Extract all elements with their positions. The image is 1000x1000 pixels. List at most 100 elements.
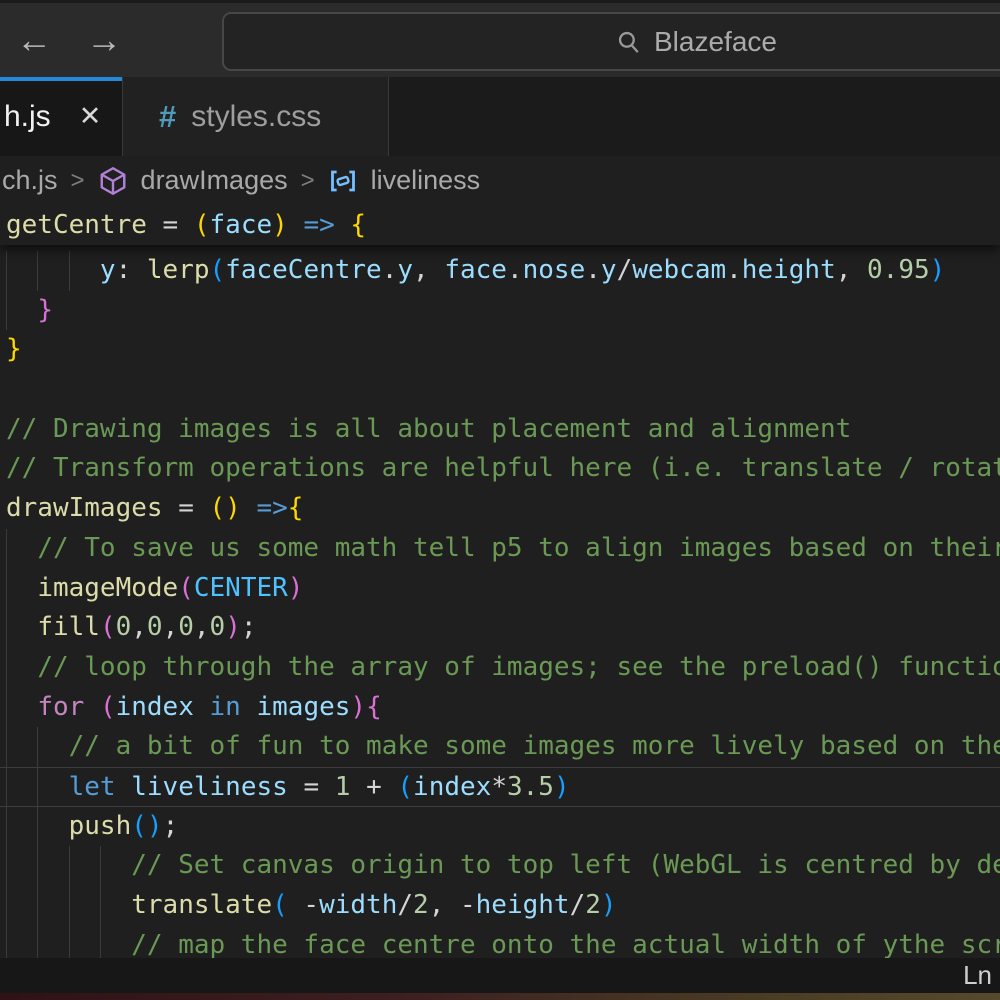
- indent-guide: [6, 529, 7, 569]
- code-line-current[interactable]: let liveliness = 1 + (index*3.5): [0, 767, 1000, 807]
- code-line[interactable]: fill(0,0,0,0);: [0, 608, 1000, 648]
- code-token: fill: [37, 612, 100, 642]
- indent-guide: [6, 926, 7, 958]
- chevron-right-icon: >: [301, 167, 315, 195]
- code-token: [6, 573, 37, 603]
- code-token: (: [100, 612, 116, 642]
- cursor-position-indicator[interactable]: Ln: [963, 960, 992, 991]
- code-token: height: [476, 890, 570, 920]
- code-token: lerp: [147, 255, 210, 285]
- chevron-right-icon: >: [71, 167, 85, 195]
- tab-styles-css[interactable]: # styles.css: [123, 77, 389, 156]
- code-line[interactable]: push();: [0, 807, 1000, 847]
- title-bar: ← → Blazeface: [0, 0, 1000, 77]
- indent-guide: [100, 886, 101, 926]
- code-token: 0: [178, 612, 194, 642]
- code-token: [116, 772, 132, 802]
- code-line[interactable]: drawImages = () =>{: [0, 489, 1000, 529]
- code-token: ): [554, 772, 570, 802]
- code-line[interactable]: imageMode(CENTER): [0, 569, 1000, 609]
- code-token: [241, 493, 257, 523]
- code-token: for: [37, 692, 84, 722]
- desktop-edge-strip: [0, 993, 1000, 1000]
- code-token: // map the face centre onto the actual w…: [131, 930, 1000, 958]
- code-token: }: [6, 334, 22, 364]
- code-line[interactable]: translate( -width/2, -height/2): [0, 886, 1000, 926]
- tab-label: styles.css: [191, 100, 321, 134]
- back-arrow-icon[interactable]: ←: [16, 22, 52, 58]
- breadcrumb-function[interactable]: drawImages: [141, 165, 288, 196]
- code-token: 2: [413, 890, 429, 920]
- command-center-search[interactable]: Blazeface: [222, 12, 1000, 71]
- code-line[interactable]: // Transform operations are helpful here…: [0, 449, 1000, 489]
- indent-guide: [69, 846, 70, 886]
- code-line[interactable]: // To save us some math tell p5 to align…: [0, 529, 1000, 569]
- close-icon[interactable]: ✕: [79, 101, 102, 132]
- code-token: .: [507, 255, 523, 285]
- code-line[interactable]: }: [0, 291, 1000, 331]
- code-token: y: [100, 255, 116, 285]
- code-token: index: [116, 692, 194, 722]
- code-token: {: [288, 493, 304, 523]
- tab-strip-empty: [389, 77, 1000, 156]
- code-token: [6, 533, 37, 563]
- indent-guide: [6, 648, 7, 688]
- code-line[interactable]: // map the face centre onto the actual w…: [0, 926, 1000, 958]
- indent-guide: [37, 926, 38, 958]
- forward-arrow-icon[interactable]: →: [86, 22, 122, 58]
- code-token: 0.95: [867, 255, 930, 285]
- tab-sketch-js[interactable]: h.js ✕: [0, 77, 123, 156]
- code-token: ): [601, 890, 617, 920]
- code-line[interactable]: // loop through the array of images; see…: [0, 648, 1000, 688]
- code-token: push: [69, 811, 132, 841]
- code-line[interactable]: }: [0, 330, 1000, 370]
- code-token: [6, 612, 37, 642]
- code-token: =: [147, 210, 194, 240]
- code-token: // loop through the array of images; see…: [37, 652, 1000, 682]
- indent-guide: [69, 886, 70, 926]
- code-token: /: [397, 890, 413, 920]
- code-token: =: [288, 772, 335, 802]
- code-token: face: [444, 255, 507, 285]
- breadcrumb-file[interactable]: ch.js: [2, 165, 58, 196]
- sticky-scroll-line[interactable]: getCentre = (face) => {: [0, 205, 1000, 245]
- code-token: ,: [836, 255, 867, 285]
- indent-guide: [6, 768, 7, 806]
- code-token: [6, 295, 37, 325]
- code-line[interactable]: // Drawing images is all about placement…: [0, 410, 1000, 450]
- code-token: .: [585, 255, 601, 285]
- code-token: -: [288, 890, 319, 920]
- indent-guide: [37, 251, 38, 291]
- code-line[interactable]: // a bit of fun to make some images more…: [0, 727, 1000, 767]
- breadcrumb-variable[interactable]: liveliness: [371, 165, 481, 196]
- indent-guide: [100, 926, 101, 958]
- tab-label: h.js: [4, 100, 51, 134]
- code-token: 0: [147, 612, 163, 642]
- code-token: liveliness: [131, 772, 288, 802]
- editor-pane[interactable]: getCentre = (face) => { y: lerp(faceCent…: [0, 205, 1000, 958]
- code-token: /: [617, 255, 633, 285]
- indent-guide: [37, 846, 38, 886]
- history-navigation: ← →: [16, 3, 122, 77]
- code-token: ,: [131, 612, 147, 642]
- code-line[interactable]: [0, 370, 1000, 410]
- code-token: 0: [116, 612, 132, 642]
- code-token: =>: [303, 210, 334, 240]
- code-token: getCentre: [6, 210, 147, 240]
- indent-guide: [6, 727, 7, 767]
- code-token: ): [225, 612, 241, 642]
- code-token: (: [100, 692, 116, 722]
- code-token: faceCentre: [225, 255, 382, 285]
- cube-method-icon: [98, 166, 128, 196]
- code-line[interactable]: // Set canvas origin to top left (WebGL …: [0, 846, 1000, 886]
- code-token: (: [272, 890, 288, 920]
- code-token: [6, 255, 100, 285]
- code-token: [6, 692, 37, 722]
- indent-guide: [6, 291, 7, 331]
- code-line[interactable]: for (index in images){: [0, 688, 1000, 728]
- css-file-icon: #: [159, 99, 176, 135]
- code-line[interactable]: y: lerp(faceCentre.y, face.nose.y/webcam…: [0, 251, 1000, 291]
- code-token: :: [116, 255, 147, 285]
- vscode-window: ← → Blazeface h.js ✕ # styles.css ch.js …: [0, 0, 1000, 1000]
- code-token: ,: [163, 612, 179, 642]
